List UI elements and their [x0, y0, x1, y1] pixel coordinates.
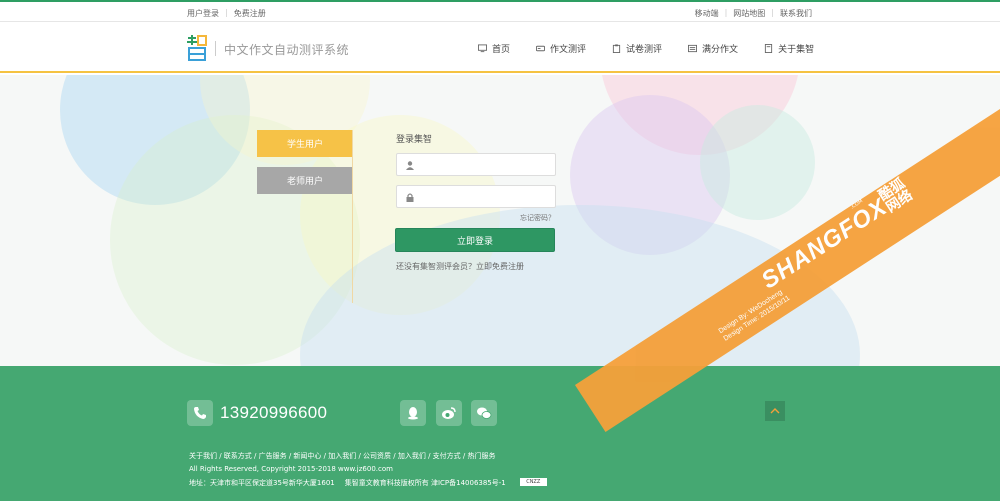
clipboard-icon: [612, 44, 621, 53]
back-to-top-button[interactable]: [765, 401, 785, 421]
top-left-links: 用户登录 | 免费注册: [187, 8, 266, 19]
top-login-link[interactable]: 用户登录: [187, 8, 219, 19]
nav-label: 关于集智: [778, 45, 815, 55]
sitemap-link[interactable]: 网站地图: [733, 8, 765, 19]
nav-label: 首页: [492, 45, 511, 55]
separator: |: [724, 8, 728, 17]
logo-icon: [187, 35, 207, 61]
main-nav: 首页 作文测评 试卷测评 满分作文 关于集智: [478, 42, 814, 55]
top-register-link[interactable]: 免费注册: [234, 8, 266, 19]
contact-link[interactable]: 联系我们: [780, 8, 812, 19]
nav-essay-eval[interactable]: 作文测评: [536, 42, 586, 55]
bg-bubble: [700, 105, 815, 220]
cnzz-badge[interactable]: CNZZ: [519, 478, 547, 486]
nav-label: 试卷测评: [626, 45, 663, 55]
nav-label: 作文测评: [550, 45, 587, 55]
book-icon: [688, 44, 698, 53]
separator: |: [771, 8, 774, 17]
password-input[interactable]: [421, 188, 551, 205]
top-utility-bar: 用户登录 | 免费注册 移动端 | 网站地图 | 联系我们: [0, 0, 1000, 22]
username-field[interactable]: [396, 153, 556, 176]
footer-links[interactable]: 关于我们 / 联系方式 / 广告服务 / 新闻中心 / 加入我们 / 公司资质 …: [189, 451, 495, 461]
address-line: 地址：天津市和平区保定道35号新华大厦1601 集智童文教育科技版权所有 津IC…: [189, 478, 547, 488]
nav-label: 满分作文: [702, 45, 739, 55]
chevron-up-icon: [770, 408, 780, 414]
forgot-password-link[interactable]: 忘记密码？: [520, 213, 555, 223]
company-icp: 集智童文教育科技版权所有 津ICP备14006385号-1: [344, 479, 506, 487]
tab-student-user[interactable]: 学生用户: [257, 130, 353, 157]
address: 地址：天津市和平区保定道35号新华大厦1601: [189, 479, 335, 487]
pencil-icon: [536, 45, 546, 52]
tab-divider: [352, 130, 353, 303]
mobile-link[interactable]: 移动端: [695, 8, 719, 19]
top-right-links: 移动端 | 网站地图 | 联系我们: [695, 8, 812, 19]
password-field[interactable]: [396, 185, 556, 208]
site-title: 中文作文自动测评系统: [224, 43, 350, 57]
copyright: All Rights Reserved, Copyright 2015-2018…: [189, 465, 393, 473]
register-link[interactable]: 还没有集智测评会员？立即免费注册: [396, 261, 524, 272]
username-input[interactable]: [421, 156, 551, 173]
tab-teacher-user[interactable]: 老师用户: [257, 167, 353, 194]
nav-home[interactable]: 首页: [478, 42, 510, 55]
site-footer: 13920996600 关于我们 / 联系方式 / 广告服务 / 新闻中心 / …: [0, 366, 1000, 501]
user-icon: [406, 161, 414, 170]
logo[interactable]: [186, 35, 208, 61]
logo-divider: [215, 41, 216, 56]
info-icon: [764, 44, 773, 53]
lock-icon: [406, 193, 414, 202]
nav-top-essays[interactable]: 满分作文: [688, 42, 738, 55]
separator: |: [225, 8, 228, 17]
site-header: 中文作文自动测评系统 首页 作文测评 试卷测评 满分作文 关于集智: [0, 22, 1000, 73]
nav-paper-eval[interactable]: 试卷测评: [612, 42, 662, 55]
monitor-icon: [478, 44, 487, 53]
login-button[interactable]: 立即登录: [395, 228, 555, 252]
nav-about[interactable]: 关于集智: [764, 42, 814, 55]
phone-icon: [187, 400, 213, 426]
login-form-title: 登录集智: [396, 135, 433, 145]
weibo-icon[interactable]: [436, 400, 462, 426]
qq-icon[interactable]: [400, 400, 426, 426]
phone-number: 13920996600: [220, 403, 328, 422]
wechat-icon[interactable]: [471, 400, 497, 426]
